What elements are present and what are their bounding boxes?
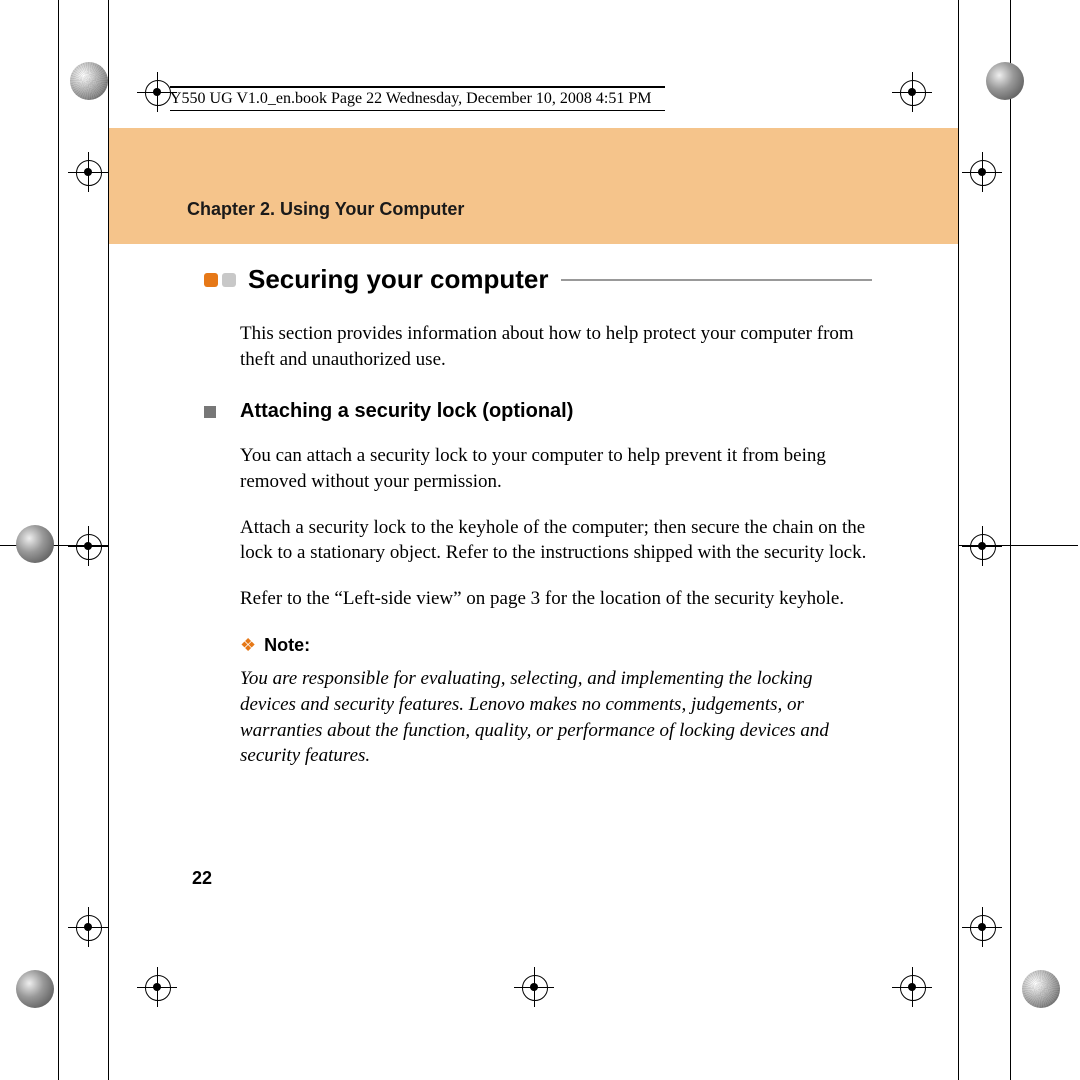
sphere-mark-icon [986,62,1024,100]
registration-mark-icon [76,534,100,558]
registration-mark-icon [145,975,169,999]
sphere-mark-icon [1022,970,1060,1008]
section-title: Securing your computer [248,264,549,295]
registration-mark-icon [145,80,169,104]
registration-mark-icon [970,160,994,184]
page-number: 22 [192,868,212,889]
chapter-header: Chapter 2. Using Your Computer [109,128,958,244]
registration-mark-icon [76,915,100,939]
section-heading: Securing your computer [192,264,872,295]
title-rule [561,279,873,281]
crop-line [958,0,959,1080]
registration-mark-icon [76,160,100,184]
crop-line [1010,0,1011,1080]
heading-bullets-icon [204,273,236,287]
intro-paragraph: This section provides information about … [240,321,872,372]
registration-mark-icon [970,534,994,558]
note-text: You are responsible for evaluating, sele… [240,666,872,769]
sphere-mark-icon [70,62,108,100]
note-heading: ❖ Note: [240,635,872,656]
paragraph: You can attach a security lock to your c… [240,443,872,494]
registration-mark-icon [970,915,994,939]
note-label: Note: [264,635,310,656]
registration-mark-icon [900,80,924,104]
header-file-info: Y550 UG V1.0_en.book Page 22 Wednesday, … [170,86,665,111]
page-content: Securing your computer This section prov… [192,264,872,769]
sphere-mark-icon [16,970,54,1008]
paragraph: Attach a security lock to the keyhole of… [240,515,872,566]
registration-mark-icon [900,975,924,999]
paragraph: Refer to the “Left-side view” on page 3 … [240,586,872,612]
sub-title: Attaching a security lock (optional) [240,400,573,423]
sub-bullet-icon [204,406,216,418]
sphere-mark-icon [16,525,54,563]
chapter-title: Chapter 2. Using Your Computer [187,199,464,220]
sub-heading: Attaching a security lock (optional) [192,400,872,423]
crop-line [58,0,59,1080]
registration-mark-icon [522,975,546,999]
note-icon: ❖ [240,635,256,656]
